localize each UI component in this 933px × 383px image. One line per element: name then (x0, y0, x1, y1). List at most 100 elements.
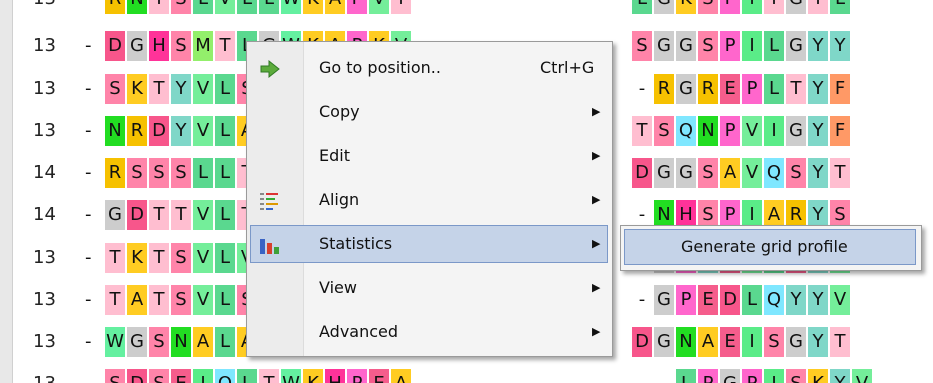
residue-cell[interactable]: Y (830, 31, 850, 61)
residue-cell[interactable]: Y (808, 285, 828, 315)
residue-cell[interactable]: V (742, 158, 762, 188)
menu-item-advanced[interactable]: Advanced ▶ (250, 313, 608, 351)
menu-item-view[interactable]: View ▶ (250, 269, 608, 307)
residue-cell[interactable]: N (105, 116, 125, 146)
residue-cell[interactable]: T (105, 243, 125, 273)
residue-cell[interactable]: S (632, 31, 652, 61)
residue-cell[interactable]: L (215, 158, 235, 188)
residue-cell[interactable]: L (237, 369, 257, 383)
residue-cell[interactable]: R (698, 74, 718, 104)
residue-cell[interactable]: L (259, 0, 279, 14)
residue-cell[interactable]: P (347, 369, 367, 383)
residue-cell[interactable]: I (193, 369, 213, 383)
residue-cell[interactable]: - (632, 369, 652, 383)
residue-cell[interactable]: E (171, 369, 191, 383)
residue-cell[interactable]: P (742, 74, 762, 104)
residue-cell[interactable]: L (237, 0, 257, 14)
residue-cell[interactable]: T (171, 200, 191, 230)
residue-cell[interactable]: G (654, 31, 674, 61)
residue-cell[interactable]: Y (171, 116, 191, 146)
residue-cell[interactable]: H (325, 369, 345, 383)
residue-cell[interactable]: L (215, 200, 235, 230)
residue-cell[interactable]: E (720, 327, 740, 357)
residue-cell[interactable]: V (193, 285, 213, 315)
residue-cell[interactable]: P (676, 285, 696, 315)
menu-item-generate-grid-profile[interactable]: Generate grid profile (624, 229, 916, 265)
residue-cell[interactable]: Q (764, 158, 784, 188)
menu-item-go-to-position[interactable]: Go to position.. Ctrl+G (250, 49, 608, 87)
residue-cell[interactable]: I (742, 0, 762, 14)
residue-cell[interactable]: - (632, 74, 652, 104)
residue-cell[interactable]: P (720, 31, 740, 61)
residue-cell[interactable]: T (786, 74, 806, 104)
residue-cell[interactable]: D (632, 327, 652, 357)
residue-cell[interactable]: K (808, 369, 828, 383)
residue-cell[interactable]: Y (808, 74, 828, 104)
residue-cell[interactable]: K (676, 0, 696, 14)
residue-cell[interactable]: A (127, 285, 147, 315)
residue-cell[interactable]: L (215, 116, 235, 146)
menu-item-edit[interactable]: Edit ▶ (250, 137, 608, 175)
residue-cell[interactable]: G (786, 116, 806, 146)
residue-cell[interactable]: S (149, 369, 169, 383)
residue-cell[interactable]: S (127, 158, 147, 188)
residue-cell[interactable]: K (127, 74, 147, 104)
residue-cell[interactable]: E (698, 285, 718, 315)
residue-cell[interactable]: S (764, 327, 784, 357)
residue-cell[interactable]: D (127, 200, 147, 230)
residue-cell[interactable]: Y (808, 327, 828, 357)
residue-cell[interactable]: G (676, 31, 696, 61)
residue-cell[interactable]: L (215, 243, 235, 273)
residue-cell[interactable]: V (852, 369, 872, 383)
residue-cell[interactable]: P (698, 369, 718, 383)
residue-cell[interactable]: F (830, 116, 850, 146)
residue-cell[interactable]: T (764, 0, 784, 14)
residue-cell[interactable]: Q (215, 369, 235, 383)
residue-cell[interactable]: W (281, 369, 301, 383)
residue-cell[interactable]: P (720, 116, 740, 146)
residue-cell[interactable]: K (303, 369, 323, 383)
residue-cell[interactable]: V (193, 74, 213, 104)
residue-cell[interactable]: N (676, 327, 696, 357)
residue-cell[interactable]: Y (808, 158, 828, 188)
residue-cell[interactable]: V (193, 243, 213, 273)
residue-cell[interactable]: E (369, 369, 389, 383)
residue-cell[interactable]: T (149, 285, 169, 315)
residue-cell[interactable]: I (764, 116, 784, 146)
residue-cell[interactable]: E (720, 74, 740, 104)
menu-item-align[interactable]: Align ▶ (250, 181, 608, 219)
residue-cell[interactable]: I (742, 327, 762, 357)
residue-cell[interactable]: Y (808, 31, 828, 61)
menu-item-statistics[interactable]: Statistics ▶ (250, 225, 608, 263)
residue-cell[interactable]: G (127, 31, 147, 61)
residue-cell[interactable]: S (786, 369, 806, 383)
residue-cell[interactable]: G (786, 327, 806, 357)
residue-cell[interactable]: Q (676, 116, 696, 146)
residue-cell[interactable]: A (325, 0, 345, 14)
residue-cell[interactable]: S (698, 31, 718, 61)
residue-cell[interactable]: P (347, 0, 367, 14)
residue-cell[interactable]: G (654, 0, 674, 14)
residue-cell[interactable]: L (764, 31, 784, 61)
residue-cell[interactable]: V (369, 0, 389, 14)
residue-cell[interactable]: T (808, 0, 828, 14)
residue-cell[interactable]: S (171, 285, 191, 315)
residue-cell[interactable]: G (786, 31, 806, 61)
residue-cell[interactable]: - (654, 369, 674, 383)
residue-cell[interactable]: W (105, 327, 125, 357)
menu-item-copy[interactable]: Copy ▶ (250, 93, 608, 131)
residue-cell[interactable]: G (654, 158, 674, 188)
residue-cell[interactable]: A (391, 369, 411, 383)
residue-cell[interactable]: M (193, 31, 213, 61)
residue-cell[interactable]: R (105, 0, 125, 14)
residue-cell[interactable]: T (830, 327, 850, 357)
residue-cell[interactable]: L (632, 0, 652, 14)
residue-cell[interactable]: S (105, 74, 125, 104)
residue-cell[interactable]: - (632, 285, 652, 315)
residue-cell[interactable]: S (149, 327, 169, 357)
residue-cell[interactable]: T (105, 285, 125, 315)
residue-cell[interactable]: G (127, 327, 147, 357)
residue-cell[interactable]: L (742, 285, 762, 315)
residue-cell[interactable]: T (391, 0, 411, 14)
residue-cell[interactable]: L (676, 369, 696, 383)
